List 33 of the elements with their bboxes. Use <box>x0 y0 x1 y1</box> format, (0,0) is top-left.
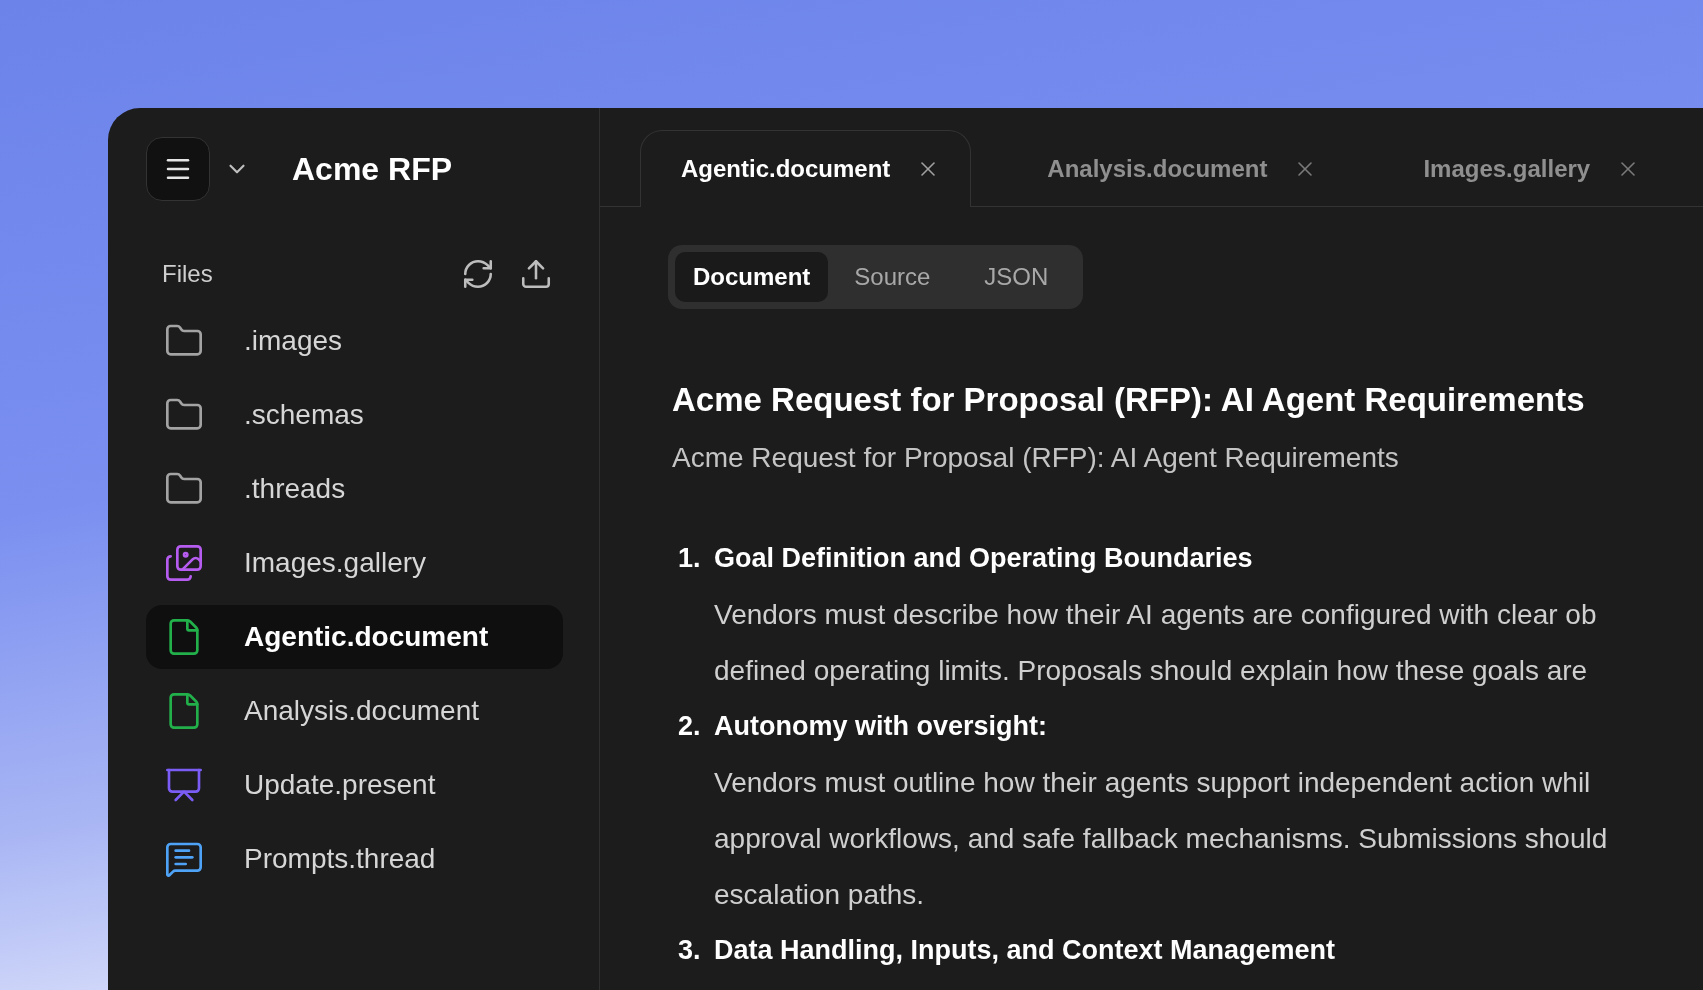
view-tab[interactable]: Source <box>832 252 953 302</box>
file-item[interactable]: Prompts.thread <box>146 827 563 891</box>
body-text: Vendors must describe how their AI agents are configured with clear ob <box>713 597 1598 632</box>
file-item[interactable]: .threads <box>146 457 563 521</box>
list-number: 2. <box>677 710 702 744</box>
section-label: Files <box>162 259 213 289</box>
view-tab[interactable]: JSON <box>956 252 1077 302</box>
body-text: escalation paths. <box>713 877 926 912</box>
body-text: Vendors must outline how their agents support independent action whil <box>713 765 1592 800</box>
section-heading: Goal Definition and Operating Boundaries <box>714 542 1253 576</box>
view-tab[interactable]: Document <box>675 252 829 302</box>
file-tab[interactable]: Analysis.document <box>1007 130 1348 207</box>
section-heading: Autonomy with oversight: <box>714 710 1047 744</box>
file-tab[interactable]: Images.gallery <box>1383 130 1671 207</box>
file-tab[interactable]: Agentic.document <box>640 130 972 207</box>
body-text: defined operating limits. Proposals should explain how these goals are <box>713 653 1589 688</box>
file-item[interactable]: Images.gallery <box>146 531 563 595</box>
app-title: Acme RFP <box>292 150 453 189</box>
file-item[interactable]: Analysis.document <box>146 679 563 743</box>
file-item[interactable]: .schemas <box>146 383 563 447</box>
file-item[interactable]: Update.present <box>146 753 563 817</box>
file-item[interactable]: .images <box>146 309 563 373</box>
list-number: 1. <box>677 542 702 576</box>
images-icon <box>164 543 204 583</box>
section-heading: Data Handling, Inputs, and Context Management <box>714 934 1336 968</box>
body-text: approval workflows, and safe fallback mechanisms. Submissions should <box>713 821 1609 856</box>
list-number: 3. <box>677 934 702 968</box>
upload-icon <box>519 257 553 291</box>
document-subtitle: Acme Request for Proposal (RFP): AI Agent Requirements <box>672 440 1400 475</box>
document-title: Acme Request for Proposal (RFP): AI Agent Requirements <box>672 380 1586 420</box>
file-item[interactable]: Agentic.document <box>146 605 563 669</box>
menu-button[interactable] <box>146 137 210 201</box>
refresh-icon <box>461 257 495 291</box>
